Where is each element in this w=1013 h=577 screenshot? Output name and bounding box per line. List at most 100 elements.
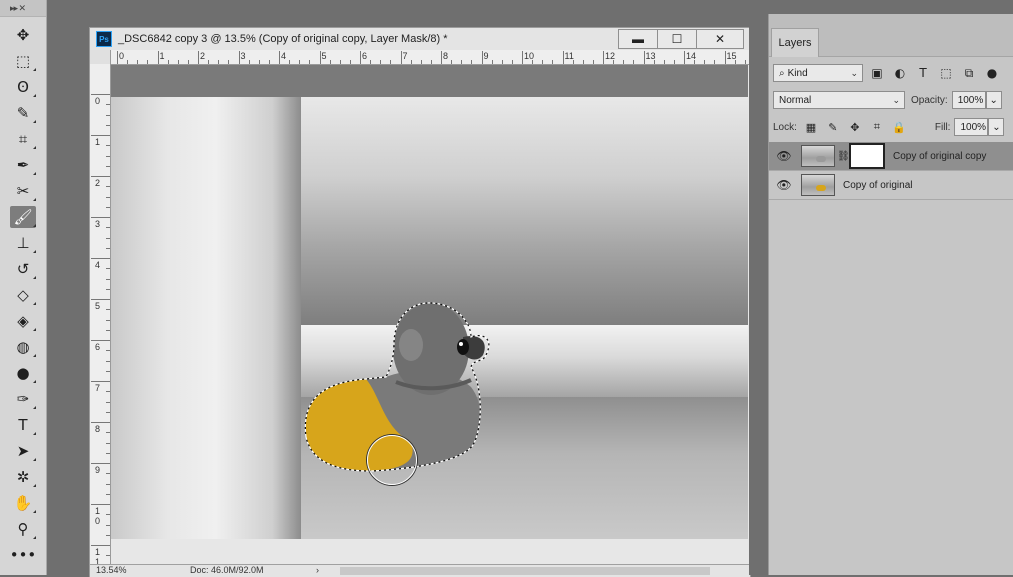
- tools-panel-header[interactable]: ▸▸ ✕: [0, 0, 46, 17]
- ruler-minor-tick: [309, 60, 311, 64]
- ruler-minor-tick: [106, 411, 110, 413]
- healing-brush-tool[interactable]: ✂: [0, 178, 46, 204]
- filter-smartobject-icon[interactable]: ⧉: [960, 64, 978, 82]
- filter-pixel-icon[interactable]: ▣: [868, 64, 886, 82]
- layer-name[interactable]: Copy of original: [843, 180, 912, 191]
- filter-toggle-icon[interactable]: ●: [983, 64, 1001, 82]
- ruler-major-tick: [91, 258, 110, 259]
- brush-tool[interactable]: 🖌: [0, 204, 46, 230]
- quick-selection-tool[interactable]: ✎: [0, 100, 46, 126]
- marquee-tool[interactable]: ⬚: [0, 48, 46, 74]
- ruler-minor-tick: [653, 60, 655, 64]
- filter-type-icon[interactable]: T: [914, 64, 932, 82]
- history-brush-tool[interactable]: ↺: [0, 256, 46, 282]
- type-tool[interactable]: T: [0, 412, 46, 438]
- layer-name[interactable]: Copy of original copy: [893, 151, 986, 162]
- status-menu-arrow-icon[interactable]: ›: [316, 565, 319, 575]
- ruler-minor-tick: [339, 60, 341, 64]
- ruler-minor-tick: [106, 268, 110, 270]
- ruler-major-tick: [684, 51, 685, 64]
- zoom-tool[interactable]: ⚲: [0, 516, 46, 542]
- ruler-minor-tick: [137, 60, 139, 64]
- document-image[interactable]: [111, 97, 748, 539]
- path-selection-tool[interactable]: ➤: [0, 438, 46, 464]
- ruler-minor-tick: [106, 473, 110, 475]
- tool-group-corner-icon: [33, 458, 36, 461]
- ruler-minor-tick: [106, 432, 110, 434]
- ruler-major-tick: [238, 51, 240, 64]
- layer-mask-thumbnail[interactable]: [849, 143, 885, 169]
- layer-row-copy-of-original-copy[interactable]: 👁 ⛓ Copy of original copy: [769, 142, 1013, 171]
- ruler-minor-tick: [714, 60, 716, 64]
- ruler-minor-tick: [106, 186, 110, 188]
- hand-tool[interactable]: ✋: [0, 490, 46, 516]
- link-chain-icon[interactable]: ⛓: [837, 151, 850, 162]
- ruler-minor-tick: [106, 442, 110, 444]
- ruler-minor-tick: [663, 60, 665, 64]
- ruler-major-tick: [91, 422, 110, 423]
- eraser-tool[interactable]: ◇: [0, 282, 46, 308]
- collapse-label: ▸▸ ✕: [10, 2, 26, 13]
- ruler-minor-tick: [147, 60, 149, 64]
- ruler-label: 1 0: [95, 506, 101, 526]
- blend-mode-dropdown[interactable]: Normal ⌄: [773, 91, 905, 109]
- close-button[interactable]: ✕: [696, 29, 744, 49]
- ruler-minor-tick: [228, 60, 230, 64]
- tab-layers[interactable]: Layers: [771, 28, 819, 57]
- visibility-eye-icon[interactable]: 👁: [773, 142, 795, 170]
- layer-row-copy-of-original[interactable]: 👁 Copy of original: [769, 171, 1013, 200]
- minimize-button[interactable]: ▬: [618, 29, 658, 49]
- ruler-minor-tick: [106, 155, 110, 157]
- more-tools-icon: •••: [9, 546, 37, 564]
- lock-artboard-icon[interactable]: ⌗: [869, 119, 885, 135]
- layer-thumbnail[interactable]: [801, 145, 835, 167]
- opacity-input[interactable]: 100%: [951, 91, 986, 109]
- ruler-minor-tick: [106, 360, 110, 362]
- filter-shape-icon[interactable]: ⬚: [937, 64, 955, 82]
- lock-position-icon[interactable]: ✥: [847, 119, 863, 135]
- document-titlebar[interactable]: Ps _DSC6842 copy 3 @ 13.5% (Copy of orig…: [90, 28, 750, 50]
- eyedropper-tool[interactable]: ✒: [0, 152, 46, 178]
- clone-stamp-tool[interactable]: ⊥: [0, 230, 46, 256]
- ruler-major-tick: [481, 51, 483, 64]
- workspace-background: [749, 0, 768, 575]
- tool-group-corner-icon: [33, 172, 36, 175]
- chevron-down-icon: ⌄: [892, 95, 900, 105]
- lock-transparent-pixels-icon[interactable]: ▦: [803, 119, 819, 135]
- move-tool[interactable]: ✥: [0, 22, 46, 48]
- ruler-minor-tick: [106, 493, 110, 495]
- blur-tool[interactable]: ◍: [0, 334, 46, 360]
- opacity-dropdown-button[interactable]: ⌄: [985, 91, 1002, 109]
- dodge-tool[interactable]: ●: [0, 360, 46, 386]
- canvas-area[interactable]: [111, 65, 748, 539]
- paint-bucket-tool[interactable]: ◈: [0, 308, 46, 334]
- filter-kind-dropdown[interactable]: ⌕ Kind ⌄: [773, 64, 863, 82]
- visibility-eye-icon[interactable]: 👁: [773, 171, 795, 199]
- ruler-minor-tick: [106, 227, 110, 229]
- layer-thumbnail[interactable]: [801, 174, 835, 196]
- search-icon: ⌕: [779, 67, 785, 79]
- crop-tool[interactable]: ⌗: [0, 126, 46, 152]
- lock-image-pixels-icon[interactable]: ✎: [825, 119, 841, 135]
- fill-dropdown-button[interactable]: ⌄: [988, 118, 1005, 136]
- filter-adjustment-icon[interactable]: ◐: [891, 64, 909, 82]
- lasso-tool[interactable]: ʘ: [0, 74, 46, 100]
- ruler-minor-tick: [592, 60, 594, 64]
- custom-shape-tool[interactable]: ✲: [0, 464, 46, 490]
- ruler-major-tick: [91, 135, 110, 136]
- ruler-minor-tick: [572, 60, 574, 64]
- maximize-button[interactable]: ☐: [657, 29, 697, 49]
- lock-all-icon[interactable]: 🔒: [891, 119, 907, 135]
- ruler-origin[interactable]: [90, 50, 111, 65]
- zoom-level[interactable]: 13.54%: [96, 565, 127, 575]
- more-tools[interactable]: •••: [0, 542, 46, 568]
- fill-input[interactable]: 100%: [954, 118, 989, 136]
- ruler-minor-tick: [106, 319, 110, 321]
- fill-value: 100%: [960, 121, 987, 133]
- horizontal-scrollbar[interactable]: [340, 567, 710, 575]
- horizontal-ruler[interactable]: 0 1 2 3 4 5 6 7 8 9 10 11 12 13 14 15: [111, 50, 756, 65]
- pen-tool[interactable]: ✑: [0, 386, 46, 412]
- ruler-minor-tick: [694, 60, 696, 64]
- vertical-ruler[interactable]: 01234567891 01 1: [90, 64, 111, 577]
- ruler-minor-tick: [167, 60, 169, 64]
